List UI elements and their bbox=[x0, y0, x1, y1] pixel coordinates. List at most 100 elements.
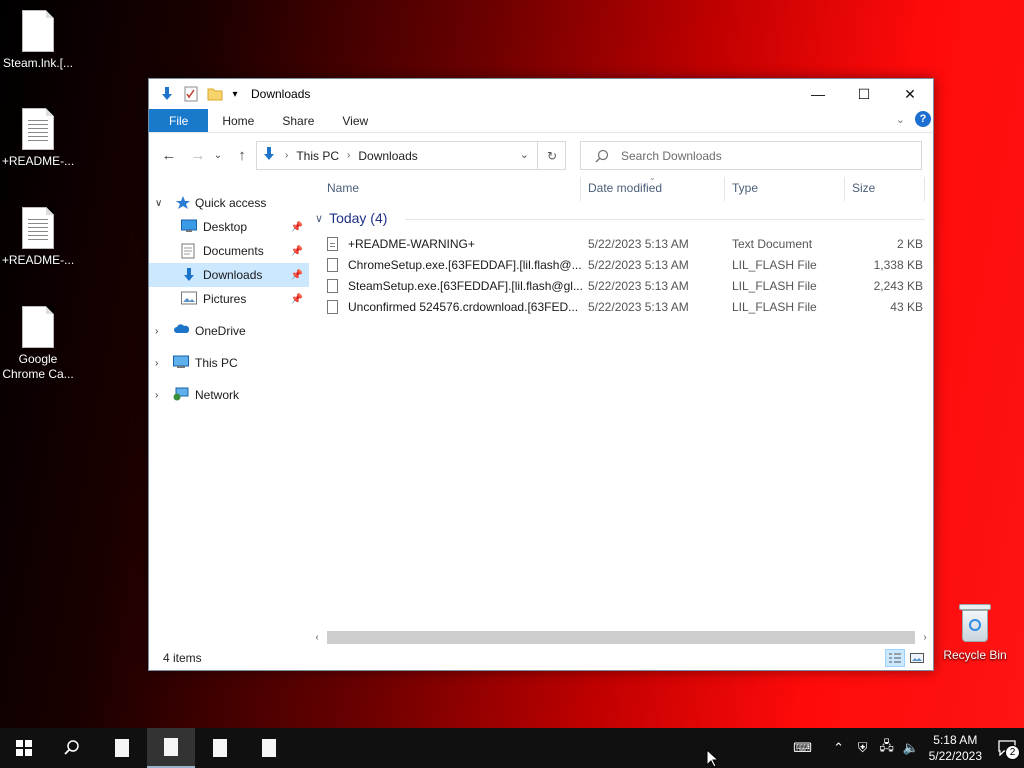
nav-item-downloads[interactable]: Downloads 📌 bbox=[149, 263, 309, 287]
horizontal-scrollbar[interactable]: ‹ › bbox=[309, 629, 933, 646]
file-type: LIL_FLASH File bbox=[732, 299, 817, 314]
expand-ribbon-chevron-icon[interactable]: ⌄ bbox=[896, 113, 905, 126]
chevron-right-icon[interactable]: › bbox=[155, 390, 158, 401]
nav-label: Pictures bbox=[203, 292, 247, 306]
recycle-bin-icon bbox=[958, 602, 992, 644]
back-button[interactable]: ← bbox=[157, 143, 181, 167]
help-icon[interactable]: ? bbox=[915, 111, 931, 127]
nav-label: Network bbox=[195, 388, 240, 402]
nav-item-network[interactable]: › Network bbox=[149, 383, 309, 407]
network-icon bbox=[173, 387, 189, 403]
search-icon bbox=[64, 740, 79, 755]
file-list: Name Date modified ⌄ Type Size ∨ Today (… bbox=[309, 173, 933, 646]
pin-icon: 📌 bbox=[290, 269, 303, 281]
forward-button[interactable]: → bbox=[186, 143, 210, 167]
clock-date: 5/22/2023 bbox=[928, 749, 982, 763]
column-header-type[interactable]: Type bbox=[732, 181, 758, 195]
pin-icon: 📌 bbox=[290, 293, 303, 305]
text-document-icon bbox=[22, 108, 54, 150]
nav-item-this-pc[interactable]: › This PC bbox=[149, 351, 309, 375]
text-document-icon bbox=[327, 236, 338, 251]
file-date: 5/22/2023 5:13 AM bbox=[588, 299, 689, 314]
file-date: 5/22/2023 5:13 AM bbox=[588, 236, 689, 251]
file-row[interactable]: SteamSetup.exe.[63FEDDAF].[lil.flash@gl.… bbox=[313, 275, 923, 296]
address-dropdown-icon[interactable]: ⌄ bbox=[520, 148, 529, 161]
nav-item-desktop[interactable]: Desktop 📌 bbox=[149, 215, 309, 239]
desktop-icon-steam[interactable]: Steam.lnk.[... bbox=[0, 10, 76, 71]
taskbar-app-1[interactable] bbox=[98, 728, 146, 768]
tab-file[interactable]: File bbox=[149, 109, 209, 132]
close-button[interactable]: ✕ bbox=[887, 79, 933, 109]
ribbon-tabs: File Home Share View ⌄ ? bbox=[149, 109, 933, 133]
tab-share[interactable]: Share bbox=[268, 109, 328, 132]
customize-toolbar-dropdown[interactable]: ▾ bbox=[229, 84, 241, 104]
breadcrumb-this-pc[interactable]: This PC bbox=[296, 149, 339, 163]
windows-logo-icon bbox=[16, 740, 32, 756]
explorer-window: ▾ Downloads — ☐ ✕ File Home Share View ⌄… bbox=[148, 78, 934, 671]
details-view-icon bbox=[889, 653, 901, 663]
file-name: Unconfirmed 524576.crdownload.[63FED... bbox=[348, 299, 579, 314]
file-row[interactable]: ChromeSetup.exe.[63FEDDAF].[lil.flash@..… bbox=[313, 254, 923, 275]
tab-home[interactable]: Home bbox=[208, 109, 268, 132]
file-icon bbox=[327, 278, 338, 293]
star-icon bbox=[175, 195, 191, 211]
file-name: +README-WARNING+ bbox=[348, 236, 475, 251]
tab-view[interactable]: View bbox=[328, 109, 382, 132]
clock[interactable]: 5:18 AM 5/22/2023 bbox=[929, 732, 982, 764]
file-date: 5/22/2023 5:13 AM bbox=[588, 257, 689, 272]
column-header-size[interactable]: Size bbox=[852, 181, 875, 195]
large-icons-view-button[interactable] bbox=[907, 649, 927, 667]
group-header-today[interactable]: ∨ Today (4) bbox=[315, 210, 925, 226]
nav-item-quick-access[interactable]: ∨ Quick access bbox=[149, 191, 309, 215]
network-tray-icon[interactable]: 🖧 bbox=[875, 737, 899, 759]
desktop-icon-recycle-bin[interactable]: Recycle Bin bbox=[938, 602, 1012, 662]
recent-locations-dropdown[interactable]: ⌄ bbox=[211, 143, 225, 167]
scrollbar-thumb[interactable] bbox=[327, 631, 915, 644]
file-row[interactable]: +README-WARNING+ 5/22/2023 5:13 AM Text … bbox=[313, 233, 923, 254]
taskbar-app-2[interactable] bbox=[147, 728, 195, 768]
chevron-down-icon[interactable]: ∨ bbox=[315, 212, 323, 225]
search-button[interactable] bbox=[48, 728, 96, 768]
address-row: ← → ⌄ ↑ › This PC › Downloads ⌄ ↻ Search… bbox=[149, 133, 933, 177]
chevron-right-icon[interactable]: › bbox=[155, 358, 158, 369]
desktop-icon-label: +README-... bbox=[1, 154, 75, 168]
keyboard-icon[interactable]: ⌨ bbox=[791, 740, 815, 756]
taskbar: ⌨ ⌃ ⛨ 🖧 🔈 5:18 AM 5/22/2023 2 bbox=[0, 728, 1024, 768]
scroll-left-icon[interactable]: ‹ bbox=[309, 632, 325, 643]
security-icon[interactable]: ⛨ bbox=[851, 740, 875, 756]
taskbar-app-3[interactable] bbox=[196, 728, 244, 768]
refresh-button[interactable]: ↻ bbox=[537, 141, 566, 170]
explorer-body: ∨ Quick access Desktop 📌 Documents 📌 Dow… bbox=[149, 173, 933, 646]
file-row[interactable]: Unconfirmed 524576.crdownload.[63FED... … bbox=[313, 296, 923, 317]
chevron-down-icon[interactable]: ∨ bbox=[155, 198, 162, 209]
chevron-right-icon[interactable]: › bbox=[155, 326, 158, 337]
volume-muted-icon[interactable]: 🔈 bbox=[899, 740, 923, 756]
show-hidden-icons-chevron-icon[interactable]: ⌃ bbox=[827, 740, 851, 756]
taskbar-app-4[interactable] bbox=[245, 728, 293, 768]
start-button[interactable] bbox=[0, 728, 48, 768]
scroll-right-icon[interactable]: › bbox=[917, 632, 933, 643]
action-center-button[interactable]: 2 bbox=[990, 728, 1024, 768]
document-icon bbox=[115, 739, 129, 757]
nav-label: Quick access bbox=[195, 196, 267, 210]
new-folder-icon[interactable] bbox=[205, 84, 225, 104]
desktop-icon-google-chrome[interactable]: Google Chrome Ca... bbox=[0, 306, 76, 382]
nav-item-onedrive[interactable]: › OneDrive bbox=[149, 319, 309, 343]
address-bar[interactable]: › This PC › Downloads ⌄ bbox=[256, 141, 566, 170]
breadcrumb-downloads[interactable]: Downloads bbox=[358, 149, 417, 163]
file-name: SteamSetup.exe.[63FEDDAF].[lil.flash@gl.… bbox=[348, 278, 583, 293]
desktop-icon-readme-2[interactable]: +README-... bbox=[0, 207, 76, 268]
desktop-icon-readme-1[interactable]: +README-... bbox=[0, 108, 76, 169]
nav-item-pictures[interactable]: Pictures 📌 bbox=[149, 287, 309, 311]
column-headers: Name Date modified ⌄ Type Size bbox=[309, 173, 933, 201]
properties-icon[interactable] bbox=[181, 84, 201, 104]
details-view-button[interactable] bbox=[885, 649, 905, 667]
column-header-name[interactable]: Name bbox=[327, 181, 359, 195]
maximize-button[interactable]: ☐ bbox=[841, 79, 887, 109]
search-input[interactable]: Search Downloads bbox=[580, 141, 922, 170]
up-button[interactable]: ↑ bbox=[230, 143, 254, 167]
desktop-icon-label: Steam.lnk.[... bbox=[2, 56, 74, 70]
nav-item-documents[interactable]: Documents 📌 bbox=[149, 239, 309, 263]
minimize-button[interactable]: — bbox=[795, 79, 841, 109]
column-header-date[interactable]: Date modified bbox=[588, 181, 662, 195]
